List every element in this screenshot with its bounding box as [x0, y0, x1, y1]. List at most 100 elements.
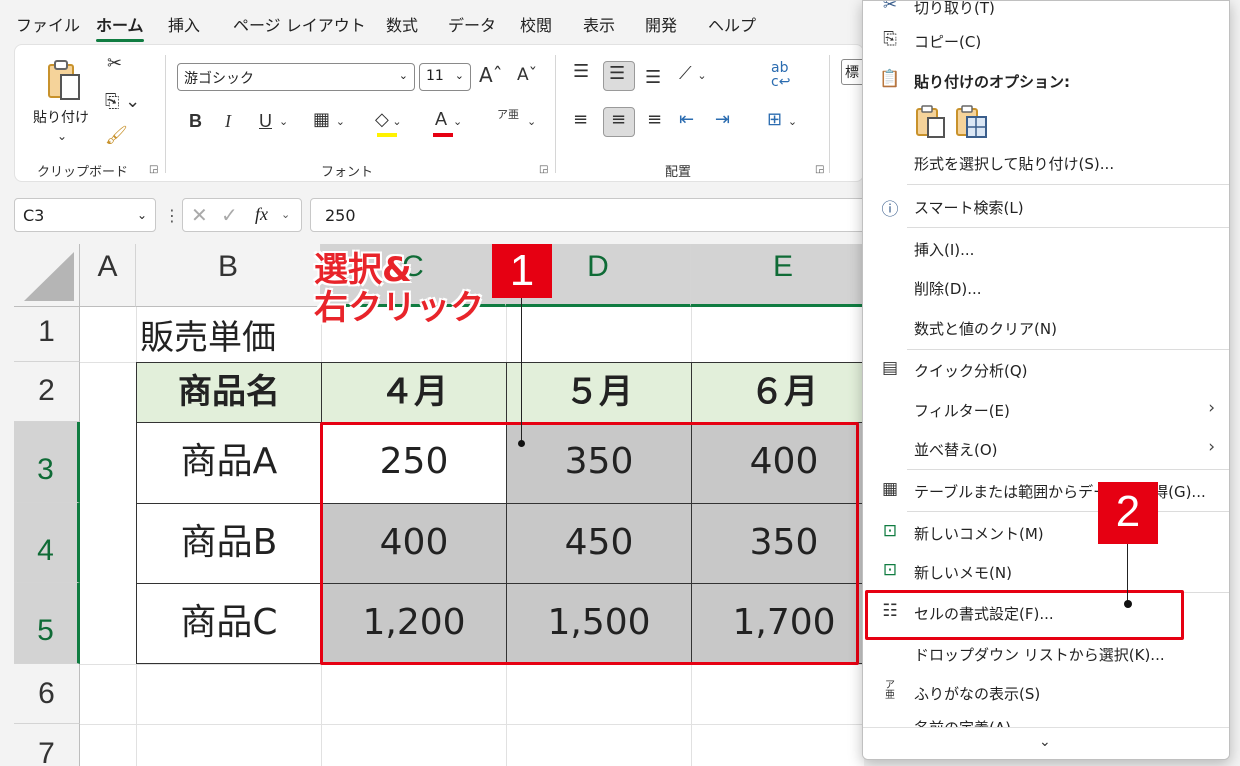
menu-label-new-comment: 新しいコメント(M) [914, 525, 1044, 543]
tab-help[interactable]: ヘルプ [708, 12, 756, 36]
row-header-6[interactable]: 6 [14, 664, 80, 724]
select-all-icon [24, 252, 74, 301]
formula-value: 250 [325, 206, 356, 225]
menu-item-define-name[interactable]: 名前の定義(A)... [863, 713, 1229, 727]
align-left-icon[interactable]: ≡ [573, 109, 588, 130]
menu-item-quick-analysis[interactable]: ▤ クイック分析(Q) [863, 350, 1229, 388]
row-header-2[interactable]: 2 [14, 362, 80, 422]
orientation-icon[interactable]: ⟋ ⌄ [679, 63, 707, 84]
menu-label-quick-analysis: クイック分析(Q) [914, 362, 1028, 380]
clipboard-launcher-icon[interactable]: ◲ [149, 164, 158, 175]
tab-home[interactable]: ホーム [96, 12, 144, 42]
header-product[interactable]: 商品名 [136, 362, 322, 423]
paste-option-paste-icon[interactable] [915, 105, 949, 139]
menu-label-table-range: テーブルまたは範囲からデータを取得(G)... [914, 483, 1206, 501]
tab-view[interactable]: 表示 [583, 12, 615, 36]
font-name-combo[interactable]: 游ゴシック ⌄ [177, 63, 415, 91]
menu-item-copy[interactable]: ⎘ コピー(C) [863, 21, 1229, 59]
menu-label-delete: 削除(D)... [914, 280, 982, 298]
align-top-icon[interactable]: ☰ [573, 61, 589, 82]
phonetic-icon: ア亜 [885, 680, 895, 701]
menu-item-get-data-from-table[interactable]: ▦ テーブルまたは範囲からデータを取得(G)... [863, 471, 1229, 509]
cell-product-a[interactable]: 商品A [136, 422, 322, 504]
copy-icon[interactable]: ⎘ ⌄ [105, 91, 140, 112]
step2-leader-line [1127, 544, 1128, 604]
tab-file[interactable]: ファイル [16, 12, 80, 36]
row-header-1[interactable]: 1 [14, 307, 80, 362]
paste-button[interactable]: 貼り付け ⌄ [33, 55, 103, 155]
header-april[interactable]: ４月 [321, 362, 507, 423]
step2-leader-dot [1124, 600, 1132, 608]
font-launcher-icon[interactable]: ◲ [539, 164, 548, 175]
align-right-icon[interactable]: ≡ [647, 109, 662, 130]
paste-label: 貼り付け [33, 110, 89, 126]
row-header-7[interactable]: 7 [14, 724, 80, 766]
header-may[interactable]: ５月 [506, 362, 692, 423]
formula-input[interactable]: 250 [310, 198, 870, 232]
font-shrink-icon[interactable]: Aˇ [517, 65, 537, 85]
tab-developer[interactable]: 開発 [645, 12, 677, 36]
header-june[interactable]: ６月 [691, 362, 864, 423]
row-header-3[interactable]: 3 [14, 422, 80, 503]
tab-insert[interactable]: 挿入 [168, 12, 200, 36]
menu-item-filter[interactable]: フィルター(E) › [863, 390, 1229, 428]
paste-option-values-icon[interactable] [955, 105, 989, 139]
decrease-indent-icon[interactable]: ⇤ [679, 109, 694, 130]
increase-indent-icon[interactable]: ⇥ [715, 109, 730, 130]
wrap-text-icon[interactable]: ab c↩ [771, 61, 795, 89]
alignment-launcher-icon[interactable]: ◲ [815, 164, 824, 175]
furigana-icon[interactable]: ア亜 [497, 109, 519, 120]
column-header-e[interactable]: E [691, 244, 864, 307]
select-all-corner[interactable] [14, 244, 80, 307]
row-header-5[interactable]: 5 [14, 583, 80, 664]
italic-button[interactable]: I [225, 111, 231, 132]
menu-item-delete[interactable]: 削除(D)... [863, 268, 1229, 306]
cancel-icon[interactable]: ✕ [191, 203, 208, 227]
cut-icon[interactable]: ✂ [107, 53, 122, 74]
tab-formulas[interactable]: 数式 [386, 12, 418, 36]
insert-function-button[interactable]: fx [255, 204, 268, 225]
column-header-a[interactable]: A [80, 244, 136, 307]
cell-product-b[interactable]: 商品B [136, 503, 322, 584]
format-painter-icon[interactable]: 🖌 [105, 125, 128, 146]
menu-item-clear-contents[interactable]: 数式と値のクリア(N) [863, 308, 1229, 346]
cell-product-c[interactable]: 商品C [136, 583, 322, 664]
menu-item-new-comment[interactable]: ⊡ 新しいコメント(M) [863, 513, 1229, 551]
menu-label-phonetic: ふりがなの表示(S) [914, 685, 1041, 703]
align-middle-icon[interactable]: ☰ [609, 63, 625, 84]
alignment-group-label: 配置 [665, 165, 692, 180]
row-header-4[interactable]: 4 [14, 503, 80, 583]
menu-label-cut: 切り取り(T) [914, 0, 995, 17]
column-header-b[interactable]: B [136, 244, 321, 307]
menu-item-insert[interactable]: 挿入(I)... [863, 229, 1229, 267]
tab-review[interactable]: 校閲 [520, 12, 552, 36]
font-grow-icon[interactable]: Aˆ [479, 63, 503, 87]
menu-item-paste-special[interactable]: 形式を選択して貼り付け(S)... [863, 143, 1229, 181]
menu-item-smart-lookup[interactable]: ⓘ スマート検索(L) [863, 187, 1229, 225]
menu-label-paste-special: 形式を選択して貼り付け(S)... [914, 155, 1115, 173]
align-bottom-icon[interactable]: ☰ [645, 67, 661, 88]
tab-page-layout[interactable]: ページ レイアウト [233, 12, 366, 36]
bold-button[interactable]: B [189, 111, 202, 132]
align-center-icon[interactable]: ≡ [611, 109, 626, 130]
font-size-combo[interactable]: 11 ⌄ [419, 63, 471, 91]
fill-color-icon[interactable]: ◇ ⌄ [375, 109, 402, 130]
smart-lookup-icon: ⓘ [881, 200, 899, 220]
font-size-value: 11 [426, 68, 444, 84]
name-box[interactable]: C3 ⌄ [14, 198, 156, 232]
tab-data[interactable]: データ [448, 12, 496, 36]
enter-icon[interactable]: ✓ [221, 203, 238, 227]
menu-scroll-down[interactable]: ⌄ [863, 727, 1229, 759]
sheet-title: 販売単価 [140, 318, 276, 358]
format-cells-highlight-box [865, 590, 1184, 640]
font-color-icon[interactable]: A [435, 109, 447, 130]
borders-icon[interactable]: ▦ ⌄ [313, 109, 345, 130]
menu-item-sort[interactable]: 並べ替え(O) › [863, 429, 1229, 467]
merge-center-icon[interactable]: ⊞ ⌄ [767, 109, 797, 130]
menu-item-phonetic[interactable]: ア亜 ふりがなの表示(S) [863, 673, 1229, 711]
underline-button[interactable]: U [259, 111, 272, 132]
menu-item-new-note[interactable]: ⊡ 新しいメモ(N) [863, 552, 1229, 590]
menu-label-smart-lookup: スマート検索(L) [914, 199, 1024, 217]
more-options-icon[interactable]: ⋮ [164, 206, 180, 225]
menu-label-sort: 並べ替え(O) [914, 441, 998, 459]
